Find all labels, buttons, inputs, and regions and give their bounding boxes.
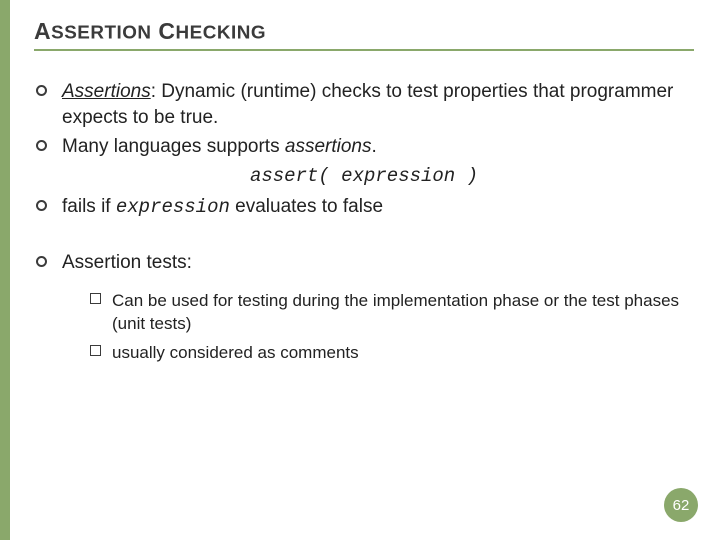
spacer [34,224,694,246]
square-bullet-icon [90,293,101,304]
bullet-item: Assertions: Dynamic (runtime) checks to … [34,79,694,130]
ring-bullet-icon [36,85,47,96]
bullet-item: Assertion tests: Can be used for testing… [34,250,694,364]
sub-bullet-text: Can be used for testing during the imple… [112,291,679,333]
main-bullet-list: Assertions: Dynamic (runtime) checks to … [34,79,694,365]
code-line: assert( expression ) [34,164,694,190]
sub-bullet-item: Can be used for testing during the imple… [90,290,694,336]
page-number-badge: 62 [664,488,698,522]
bullet-item: fails if expression evaluates to false [34,194,694,221]
sub-bullet-item: usually considered as comments [90,342,694,365]
accent-left-bar [0,0,10,540]
square-bullet-icon [90,345,101,356]
bullet-item: Many languages supports assertions. [34,134,694,160]
ring-bullet-icon [36,140,47,151]
bullet-text: Assertion tests: [62,252,192,273]
page-number: 62 [673,497,690,514]
ring-bullet-icon [36,256,47,267]
title-word-2: CHECKING [158,18,266,44]
title-word-1: ASSERTION [34,18,152,44]
bullet-text: fails if expression evaluates to false [62,196,383,217]
slide-container: ASSERTION CHECKING Assertions: Dynamic (… [10,0,720,540]
bullet-text: Assertions: Dynamic (runtime) checks to … [62,81,673,128]
ring-bullet-icon [36,200,47,211]
bullet-text: Many languages supports assertions. [62,136,377,157]
slide-title: ASSERTION CHECKING [34,18,694,51]
sub-bullet-text: usually considered as comments [112,343,359,362]
sub-bullet-list: Can be used for testing during the imple… [90,290,694,365]
